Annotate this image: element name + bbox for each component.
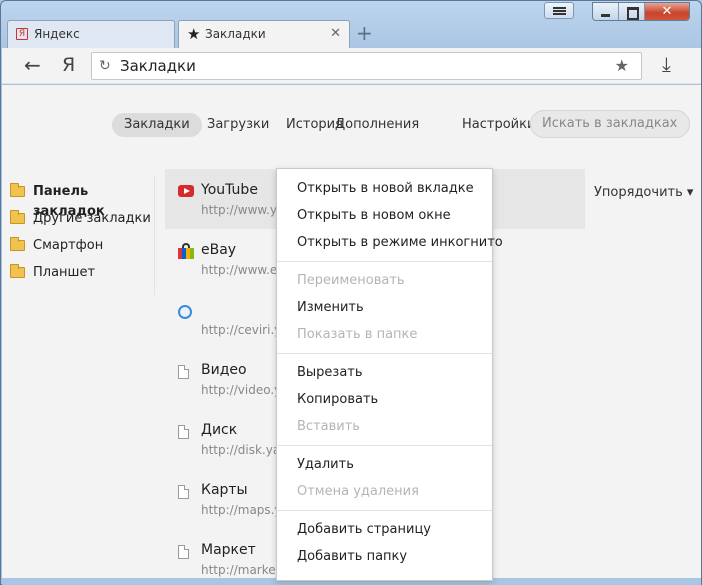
folder-tablet[interactable]: Планшет <box>9 263 159 290</box>
bookmark-url: http://market. <box>201 563 285 577</box>
download-icon[interactable]: ⤓ <box>662 52 671 76</box>
star-icon: ★ <box>187 25 201 43</box>
toolbar: ← Я ↻ Закладки ★ ⤓ <box>2 48 701 84</box>
back-arrow-icon[interactable]: ← <box>24 53 41 77</box>
menu-separator <box>277 445 492 446</box>
tab-extensions[interactable]: Дополнения <box>323 113 431 137</box>
bookmark-name: Диск <box>201 422 238 438</box>
menu-edit[interactable]: Изменить <box>297 298 364 318</box>
ebay-icon <box>178 243 194 259</box>
reload-icon[interactable]: ↻ <box>99 58 111 74</box>
bookmark-url: http://www.eb <box>201 263 285 277</box>
menu-separator <box>277 353 492 354</box>
browser-menu-button[interactable] <box>544 2 574 19</box>
address-bar[interactable]: ↻ Закладки ★ <box>91 52 642 80</box>
menu-delete[interactable]: Удалить <box>297 455 354 475</box>
menu-add-page[interactable]: Добавить страницу <box>297 520 431 540</box>
tab-bookmarks[interactable]: ★ Закладки ✕ <box>178 20 350 48</box>
caret-down-icon: ▾ <box>686 185 694 200</box>
folder-icon <box>10 264 25 278</box>
menu-undo-delete: Отмена удаления <box>297 484 419 499</box>
bookmark-name: YouTube <box>201 182 258 198</box>
folder-icon <box>10 237 25 251</box>
sort-dropdown[interactable]: Упорядочить ▾ <box>594 185 693 200</box>
tab-downloads[interactable]: Загрузки <box>195 113 281 137</box>
ceviri-icon <box>178 305 192 319</box>
bookmark-name: Карты <box>201 482 248 498</box>
bookmark-name: Видео <box>201 362 247 378</box>
menu-cut[interactable]: Вырезать <box>297 363 363 383</box>
menu-copy[interactable]: Копировать <box>297 390 378 410</box>
menu-open-new-window[interactable]: Открыть в новом окне <box>297 206 451 226</box>
window-controls: ✕ <box>592 2 690 21</box>
folder-tree: Панель закладок Другие закладки Смартфон… <box>9 182 159 290</box>
menu-separator <box>277 510 492 511</box>
close-tab-icon[interactable]: ✕ <box>330 26 341 41</box>
address-text: Закладки <box>120 57 196 75</box>
folder-label: Другие закладки <box>33 211 151 226</box>
close-button[interactable]: ✕ <box>645 3 689 20</box>
folder-other[interactable]: Другие закладки <box>9 209 159 236</box>
bookmark-url: http://www.yo <box>201 203 285 217</box>
minimize-button[interactable] <box>593 3 619 20</box>
folder-smartphone[interactable]: Смартфон <box>9 236 159 263</box>
bookmarks-search-input[interactable]: Искать в закладках <box>530 110 690 138</box>
new-tab-button[interactable]: + <box>356 21 373 45</box>
settings-nav: Закладки Загрузки История Дополнения Нас… <box>2 110 701 140</box>
context-menu: Открыть в новой вкладке Открыть в новом … <box>276 168 503 581</box>
divider <box>154 175 155 295</box>
yandex-favicon-icon: Я <box>16 28 28 40</box>
folder-label: Планшет <box>33 265 96 280</box>
menu-rename: Переименовать <box>297 273 405 288</box>
menu-paste: Вставить <box>297 419 360 434</box>
folder-icon <box>10 210 25 224</box>
menu-open-new-tab[interactable]: Открыть в новой вкладке <box>297 179 474 199</box>
folder-label: Смартфон <box>33 238 104 253</box>
menu-show-in-folder: Показать в папке <box>297 327 418 342</box>
page-icon <box>178 425 189 439</box>
menu-separator <box>277 261 492 262</box>
tab-label: Яндекс <box>34 27 80 41</box>
bookmark-star-icon[interactable]: ★ <box>615 56 629 75</box>
menu-add-folder[interactable]: Добавить папку <box>297 547 407 567</box>
folder-icon <box>10 183 25 197</box>
tab-bookmarks-section[interactable]: Закладки <box>112 113 202 137</box>
bookmark-url: http://disk.ya <box>201 443 281 457</box>
bookmark-name: eBay <box>201 242 237 258</box>
page-icon <box>178 485 189 499</box>
page-icon <box>178 365 189 379</box>
close-icon: ✕ <box>661 4 673 19</box>
tab-label: Закладки <box>205 27 266 41</box>
bookmark-name: Маркет <box>201 542 256 558</box>
maximize-button[interactable] <box>619 3 645 20</box>
page-icon <box>178 545 189 559</box>
menu-open-incognito[interactable]: Открыть в режиме инкогнито <box>297 233 503 253</box>
youtube-icon <box>178 185 194 197</box>
folder-bookmarks-bar[interactable]: Панель закладок <box>9 182 159 219</box>
hamburger-icon <box>553 7 566 15</box>
tab-yandex[interactable]: Я Яндекс <box>7 20 175 48</box>
sort-label: Упорядочить <box>594 185 683 200</box>
yandex-logo-button[interactable]: Я <box>62 54 75 76</box>
